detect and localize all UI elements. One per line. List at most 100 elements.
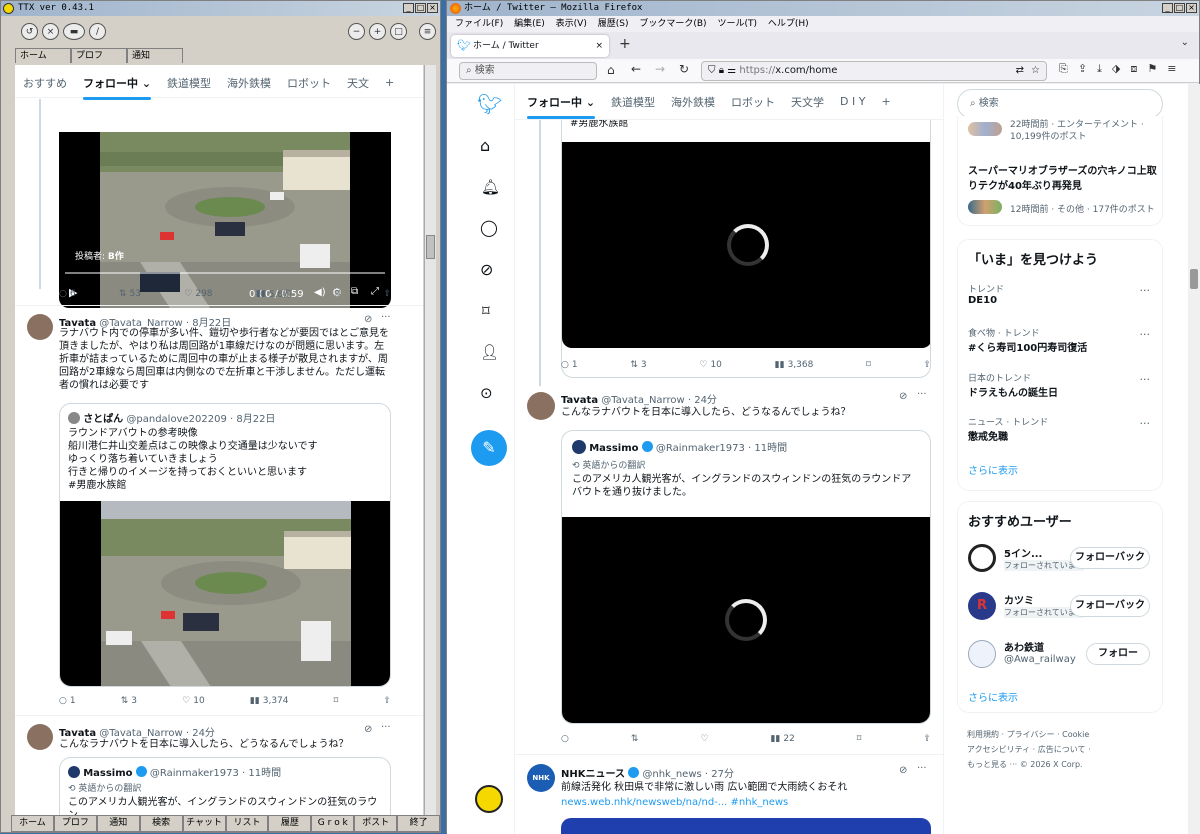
bookmarks-nav-icon[interactable]: ⌑ bbox=[482, 302, 490, 320]
grok-icon[interactable]: ⊘ bbox=[364, 314, 372, 325]
download-icon[interactable]: ⤓ bbox=[1097, 62, 1102, 76]
tab-diy[interactable]: D I Y bbox=[832, 95, 873, 108]
share-icon[interactable]: ⇪ bbox=[923, 360, 931, 370]
pill-icon[interactable]: ▬ bbox=[63, 23, 85, 40]
bottom-home-button[interactable]: ホーム bbox=[11, 815, 54, 832]
trend-item[interactable]: トレンド DE10 bbox=[968, 282, 1004, 306]
trend-item[interactable]: 食べ物 · トレンド #くら寿司100円寿司復活 bbox=[968, 326, 1087, 354]
repost-button[interactable]: ⇅ 53 bbox=[119, 289, 141, 299]
author-name[interactable]: Tavata bbox=[561, 395, 598, 406]
extension-icon-3[interactable]: ⚑ bbox=[1147, 62, 1157, 76]
maximize-button[interactable]: □ bbox=[1174, 3, 1185, 13]
follow-button[interactable]: フォロー bbox=[1086, 643, 1150, 665]
loading-video[interactable] bbox=[562, 517, 930, 723]
more-nav-icon[interactable]: ⊙ bbox=[480, 384, 493, 402]
bottom-chat-button[interactable]: チャット bbox=[182, 815, 226, 832]
permissions-icon[interactable]: ⚌ bbox=[727, 65, 736, 76]
share-icon[interactable]: ⇪ bbox=[383, 696, 391, 706]
shield-icon[interactable]: ⛉ bbox=[708, 65, 716, 76]
quoted-post[interactable]: Massimo @Rainmaker1973 · 11時間 ⟲ 英語からの翻訳 … bbox=[59, 757, 391, 815]
messages-nav-icon[interactable]: ◯ bbox=[480, 218, 498, 237]
profile-nav-icon[interactable]: 👤︎ bbox=[480, 343, 499, 361]
share-icon[interactable]: ⇪ bbox=[923, 734, 931, 744]
browser-tab[interactable]: 🐦︎ ホーム / Twitter × bbox=[451, 35, 609, 57]
trend-item[interactable]: ニュース · トレンド 懲戒免職 bbox=[968, 415, 1048, 443]
tab-robot[interactable]: ロボット bbox=[279, 75, 339, 91]
video-player[interactable]: 投稿者: B作 ▶ 0:00 / 0:59 ◀) ⚙ ⧉ ⤢ bbox=[59, 132, 391, 308]
forward-icon[interactable]: → bbox=[655, 62, 665, 76]
reply-button[interactable]: ○ 1 bbox=[561, 360, 578, 370]
tab-robot[interactable]: ロボット bbox=[723, 94, 783, 110]
new-tab-icon[interactable]: + bbox=[619, 36, 631, 52]
show-more-link[interactable]: さらに表示 bbox=[968, 689, 1018, 704]
window-icon[interactable]: □ bbox=[390, 23, 407, 40]
minimize-button[interactable]: _ bbox=[1162, 3, 1173, 13]
quoted-post[interactable]: さとぱん @pandalove202209 · 8月22日 ラウンドアバウトの参… bbox=[59, 403, 391, 687]
nhk-avatar[interactable]: NHK bbox=[527, 764, 555, 792]
quote-video[interactable] bbox=[60, 501, 390, 686]
tab-following[interactable]: フォロー中 ⌄ bbox=[75, 75, 159, 100]
like-button[interactable]: ♡ 10 bbox=[699, 360, 722, 370]
more-icon[interactable]: ··· bbox=[381, 722, 391, 733]
author-name[interactable]: NHKニュース bbox=[561, 769, 625, 780]
menu-tools[interactable]: ツール(T) bbox=[717, 19, 757, 29]
extension-icon-1[interactable]: ⬗ bbox=[1112, 62, 1120, 76]
more-icon[interactable]: ··· bbox=[381, 312, 391, 323]
tab-model-railway[interactable]: 鉄道模型 bbox=[603, 94, 663, 110]
menu-bookmarks[interactable]: ブックマーク(B) bbox=[639, 19, 706, 29]
maximize-button[interactable]: □ bbox=[415, 3, 426, 13]
refresh-icon[interactable]: ↺ bbox=[21, 23, 38, 40]
app-menu-icon[interactable]: ≡ bbox=[1167, 62, 1176, 76]
repost-button[interactable]: ⇅ 3 bbox=[630, 360, 646, 370]
stop-icon[interactable]: × bbox=[42, 23, 59, 40]
add-tab-icon[interactable]: + bbox=[873, 95, 898, 108]
like-button[interactable]: ♡ 10 bbox=[182, 696, 205, 706]
user-avatar[interactable] bbox=[968, 544, 996, 572]
ttx-tab-notifications[interactable]: 通知 bbox=[127, 48, 183, 63]
compose-button[interactable]: ✎ bbox=[471, 430, 507, 466]
repost-button[interactable]: ⇅ bbox=[631, 734, 639, 744]
menu-view[interactable]: 表示(V) bbox=[556, 19, 587, 29]
tab-overseas-railway[interactable]: 海外鉄模 bbox=[663, 94, 723, 110]
footer-ads[interactable]: 広告について bbox=[1038, 745, 1086, 754]
close-button[interactable]: × bbox=[1186, 3, 1197, 13]
ttx-titlebar[interactable]: TTX ver 0.43.1 _ □ × bbox=[1, 1, 440, 16]
reload-icon[interactable]: ↻ bbox=[679, 62, 689, 76]
slash-icon[interactable]: / bbox=[89, 23, 106, 40]
menu-icon[interactable]: ≡ bbox=[419, 23, 436, 40]
avatar[interactable] bbox=[27, 314, 53, 340]
footer-more[interactable]: もっと見る ··· bbox=[967, 760, 1017, 769]
quote-hashtag[interactable]: #男鹿水族館 bbox=[562, 120, 930, 142]
menu-file[interactable]: ファイル(F) bbox=[455, 19, 503, 29]
reply-button[interactable]: ○ 1 bbox=[59, 696, 76, 706]
video-progress[interactable] bbox=[65, 272, 385, 274]
tab-close-icon[interactable]: × bbox=[595, 35, 603, 57]
tab-recommended[interactable]: おすすめ bbox=[15, 75, 75, 91]
bottom-exit-button[interactable]: 終了 bbox=[397, 815, 441, 832]
bookmark-icon[interactable]: ⌑ bbox=[334, 696, 339, 706]
user-avatar[interactable]: R bbox=[968, 592, 996, 620]
menu-history[interactable]: 履歴(S) bbox=[598, 19, 629, 29]
menu-edit[interactable]: 編集(E) bbox=[514, 19, 545, 29]
user-avatar[interactable] bbox=[968, 640, 996, 668]
avatar[interactable] bbox=[527, 392, 555, 420]
x-search-input[interactable]: ⌕ 検索 bbox=[957, 89, 1163, 119]
notifications-nav-icon[interactable]: 🔔︎ bbox=[481, 178, 500, 196]
share-page-icon[interactable]: ⇪ bbox=[1078, 62, 1087, 76]
page-scrollbar[interactable] bbox=[1188, 84, 1200, 834]
tab-astronomy[interactable]: 天文学 bbox=[783, 94, 832, 110]
tab-following[interactable]: フォロー中 ⌄ bbox=[519, 94, 603, 119]
trend-more-icon[interactable]: ··· bbox=[1140, 284, 1151, 297]
bottom-notifications-button[interactable]: 通知 bbox=[96, 815, 140, 832]
back-icon[interactable]: ← bbox=[631, 62, 641, 76]
home-icon[interactable]: ⌂ bbox=[607, 63, 615, 77]
show-more-link[interactable]: さらに表示 bbox=[968, 462, 1018, 477]
more-icon[interactable]: ··· bbox=[917, 389, 927, 400]
scrollbar-thumb[interactable] bbox=[426, 235, 435, 259]
tab-model-railway[interactable]: 鉄道模型 bbox=[159, 75, 219, 91]
tab-astronomy[interactable]: 天文 bbox=[339, 75, 377, 91]
firefox-titlebar[interactable]: ホーム / Twitter — Mozilla Firefox _ □ × bbox=[447, 1, 1199, 16]
grok-icon[interactable]: ⊘ bbox=[899, 765, 907, 776]
close-button[interactable]: × bbox=[427, 3, 438, 13]
share-icon[interactable]: ⇪ bbox=[383, 289, 391, 299]
